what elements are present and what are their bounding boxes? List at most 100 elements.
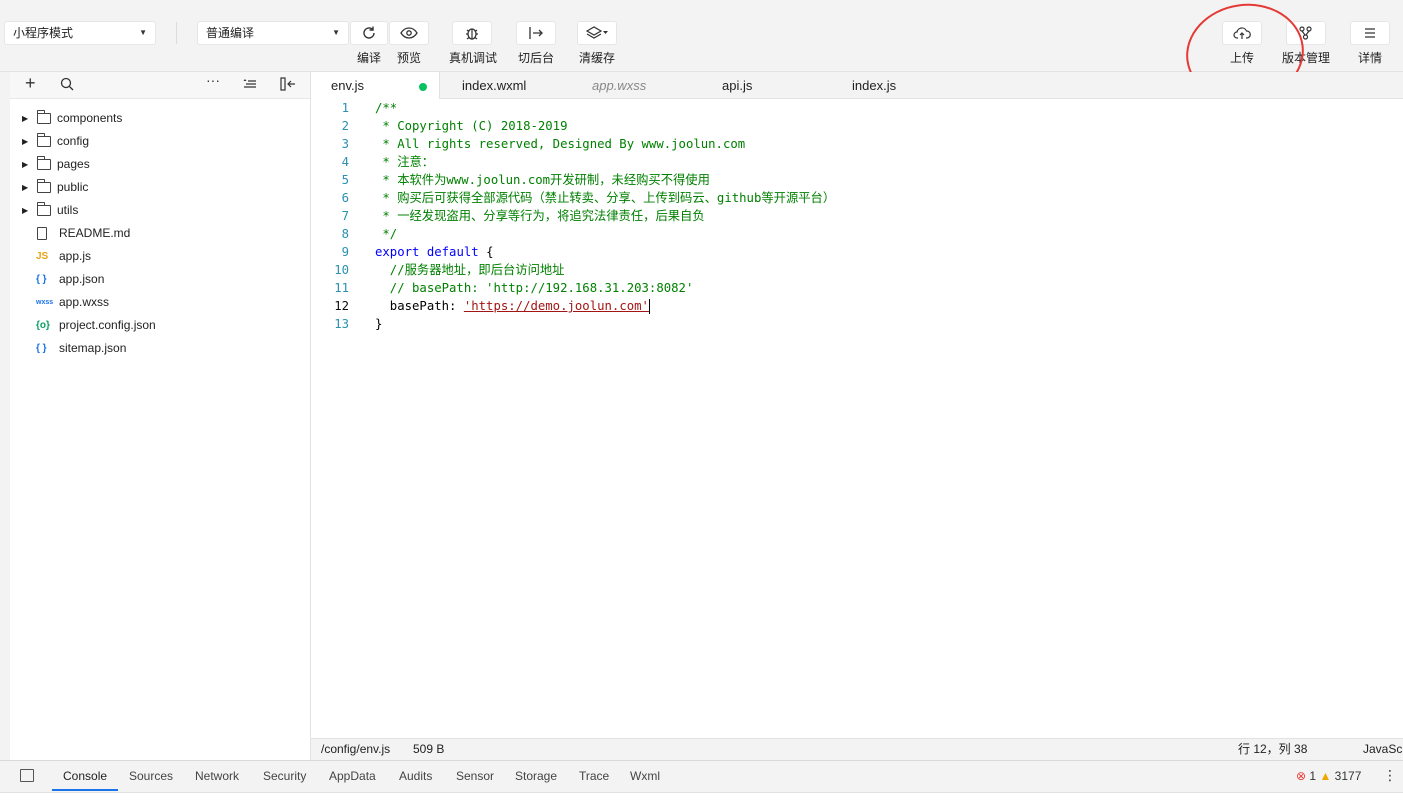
doc-icon [37, 227, 47, 240]
text-cursor [648, 299, 650, 314]
search-icon[interactable] [60, 77, 74, 94]
code-text: * 本软件为www.joolun.com开发研制，未经购买不得使用 [375, 173, 710, 187]
devtools-panel: Console Sources Network Security AppData… [0, 760, 1403, 801]
tree-folder[interactable]: ▶ public [10, 176, 310, 199]
line-number: 7 [341, 209, 349, 223]
tree-file[interactable]: { } sitemap.json [10, 337, 310, 360]
code-line: 3 * All rights reserved, Designed By www… [311, 135, 1403, 153]
code-text: */ [375, 227, 398, 241]
line-number: 12 [334, 299, 349, 313]
code-line: 6 * 购买后可获得全部源代码（禁止转卖、分享、上传到码云、github等开源平… [311, 189, 1403, 207]
cursor-position[interactable]: 行 12，列 38 [1238, 739, 1307, 760]
code-text: export default { [375, 243, 493, 261]
clear-cache-button[interactable]: 清缓存 [577, 21, 617, 66]
line-number: 6 [341, 191, 349, 205]
tree-folder[interactable]: ▶ pages [10, 153, 310, 176]
code-text: basePath: 'https://demo.joolun.com' [375, 297, 650, 315]
tab-label: index.wxml [462, 78, 527, 93]
tree-file[interactable]: JS app.js [10, 245, 310, 268]
tab-audits[interactable]: Audits [399, 761, 432, 791]
code-text: * 购买后可获得全部源代码（禁止转卖、分享、上传到码云、github等开源平台） [375, 191, 836, 205]
sort-icon[interactable] [243, 77, 257, 93]
keyword-export: export [375, 245, 420, 259]
folder-icon [36, 179, 51, 193]
tree-folder[interactable]: ▶ utils [10, 199, 310, 222]
tab-app-wxss[interactable]: app.wxss [592, 72, 646, 99]
bug-icon [452, 21, 492, 45]
tab-index-js[interactable]: index.js [852, 72, 896, 99]
folder-icon [36, 110, 51, 124]
explorer-header: + ··· [10, 72, 310, 99]
tab-trace[interactable]: Trace [579, 761, 609, 791]
compile-mode-select[interactable]: 普通编译 ▼ [197, 21, 349, 45]
tab-sensor[interactable]: Sensor [456, 761, 494, 791]
devtab-label: Console [63, 769, 108, 783]
tab-network[interactable]: Network [195, 761, 239, 791]
tab-storage[interactable]: Storage [515, 761, 557, 791]
tree-file[interactable]: README.md [10, 222, 310, 245]
details-button[interactable]: 详情 [1350, 21, 1390, 66]
clear-cache-label: 清缓存 [578, 51, 615, 65]
file-explorer: + ··· ▶ components ▶ config ▶ pages ▶ pu… [10, 72, 311, 760]
add-icon[interactable]: + [25, 73, 36, 94]
tab-label: app.wxss [592, 78, 647, 93]
switch-background-icon [516, 21, 556, 45]
tab-sources[interactable]: Sources [129, 761, 173, 791]
line-number: 9 [341, 245, 349, 259]
tab-console[interactable]: Console [52, 761, 119, 791]
compile-mode-value: 普通编译 [206, 26, 255, 40]
code-editor: env.js index.wxml app.wxss api.js index.… [311, 72, 1403, 738]
code-text: * Copyright (C) 2018-2019 [375, 119, 568, 133]
json-file-icon: { } [36, 343, 47, 354]
line-number: 10 [334, 263, 349, 277]
tab-appdata[interactable]: AppData [329, 761, 376, 791]
tab-api-js[interactable]: api.js [722, 72, 752, 99]
code-line: 10 //服务器地址，即后台访问地址 [311, 261, 1403, 279]
more-vertical-icon[interactable]: ⋮ [1383, 767, 1397, 784]
caret-right-icon: ▶ [22, 114, 29, 123]
line-number: 13 [334, 317, 349, 331]
tree-file[interactable]: {o} project.config.json [10, 314, 310, 337]
code-area[interactable]: 1 /** 2 * Copyright (C) 2018-2019 3 * All… [311, 99, 1403, 333]
top-toolbar: 小程序模式 ▼ 普通编译 ▼ 编译 预览 真机调试 切后台 清缓存 上传 版本管… [0, 0, 1403, 110]
tree-item-label: project.config.json [59, 318, 156, 332]
devtab-label: Audits [399, 769, 433, 783]
file-path: /config/env.js [321, 742, 391, 756]
code-text: * 注意： [375, 155, 435, 169]
tab-index-wxml[interactable]: index.wxml [462, 72, 526, 99]
tab-env-js[interactable]: env.js [311, 72, 440, 99]
code-line: 2 * Copyright (C) 2018-2019 [311, 117, 1403, 135]
tree-folder[interactable]: ▶ config [10, 130, 310, 153]
code-text: // basePath: 'http://192.168.31.203:8082… [375, 281, 694, 295]
tab-wxml[interactable]: Wxml [630, 761, 660, 791]
collapse-panel-icon[interactable] [280, 77, 296, 94]
preview-button[interactable]: 预览 [389, 21, 429, 66]
compile-button[interactable]: 编译 [350, 21, 388, 66]
devtab-label: Trace [579, 769, 610, 783]
tree-file[interactable]: wxss app.wxss [10, 291, 310, 314]
code-text: * All rights reserved, Designed By www.j… [375, 137, 746, 151]
wxss-file-icon: wxss [36, 299, 54, 306]
background-button[interactable]: 切后台 [516, 21, 556, 66]
line-number: 1 [341, 101, 349, 115]
inspect-element-icon[interactable] [20, 769, 34, 782]
refresh-icon [350, 21, 388, 45]
code-text: * 一经发现盗用、分享等行为，将追究法律责任，后果自负 [375, 209, 705, 223]
language-mode[interactable]: JavaSc [1363, 739, 1402, 760]
more-icon[interactable]: ··· [206, 72, 220, 88]
tab-security[interactable]: Security [263, 761, 306, 791]
layers-icon [577, 21, 617, 45]
remote-debug-button[interactable]: 真机调试 [449, 21, 497, 66]
error-icon: ⊗ [1296, 769, 1307, 783]
mode-select[interactable]: 小程序模式 ▼ [4, 21, 156, 45]
issue-counter[interactable]: ⊗ 1 ▲ 3177 [1296, 769, 1361, 783]
error-count: 1 [1309, 769, 1317, 783]
tree-folder[interactable]: ▶ components [10, 107, 310, 130]
tree-item-label: public [57, 180, 89, 194]
tree-item-label: app.json [59, 272, 105, 286]
tree-item-label: pages [57, 157, 90, 171]
compile-label: 编译 [356, 51, 381, 65]
tree-file[interactable]: { } app.json [10, 268, 310, 291]
devtab-label: Storage [515, 769, 558, 783]
tab-label: env.js [331, 78, 364, 93]
